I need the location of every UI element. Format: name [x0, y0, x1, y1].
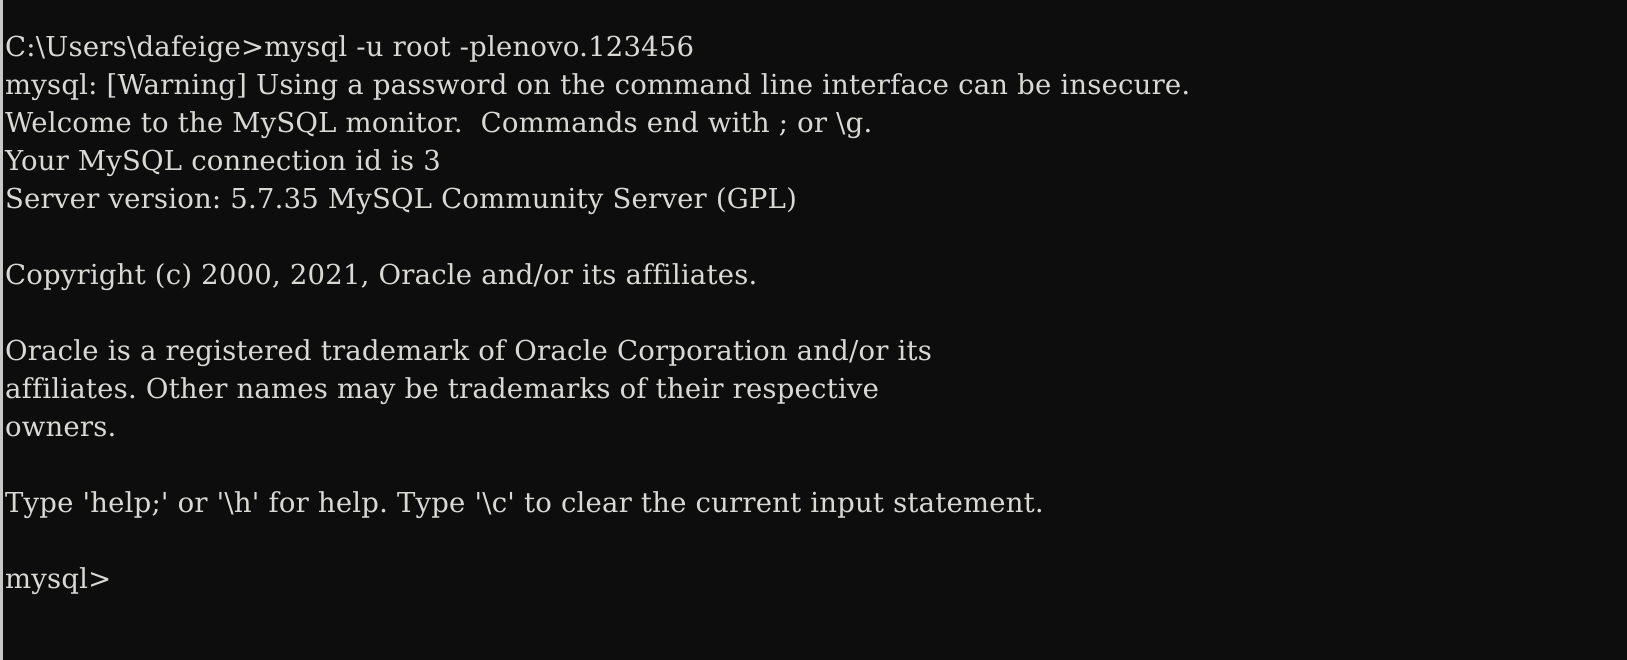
terminal-line-command-prompt: C:\Users\dafeige>mysql -u root -plenovo.… [5, 31, 695, 63]
terminal-line-trademark-1: Oracle is a registered trademark of Orac… [5, 335, 933, 367]
terminal-line-warning: mysql: [Warning] Using a password on the… [5, 69, 1191, 101]
terminal-line-blank-2 [5, 294, 1627, 332]
terminal-line-blank-3 [5, 446, 1627, 484]
terminal-line-copyright: Copyright (c) 2000, 2021, Oracle and/or … [5, 259, 758, 291]
window-left-border [0, 0, 3, 660]
terminal-line-blank-1 [5, 218, 1627, 256]
terminal-line-help-hint: Type 'help;' or '\h' for help. Type '\c'… [5, 487, 1044, 519]
terminal-window[interactable]: C:\Users\dafeige>mysql -u root -plenovo.… [0, 0, 1627, 660]
terminal-line-server-version: Server version: 5.7.35 MySQL Community S… [5, 183, 798, 215]
terminal-line-trademark-2: affiliates. Other names may be trademark… [5, 373, 880, 405]
terminal-prompt-mysql[interactable]: mysql> [5, 560, 1627, 598]
terminal-line-connection-id: Your MySQL connection id is 3 [5, 145, 441, 177]
terminal-line-welcome: Welcome to the MySQL monitor. Commands e… [5, 107, 873, 139]
terminal-line-blank-4 [5, 522, 1627, 560]
terminal-output-area[interactable]: C:\Users\dafeige>mysql -u root -plenovo.… [3, 0, 1627, 660]
terminal-line-trademark-3: owners. [5, 411, 117, 443]
